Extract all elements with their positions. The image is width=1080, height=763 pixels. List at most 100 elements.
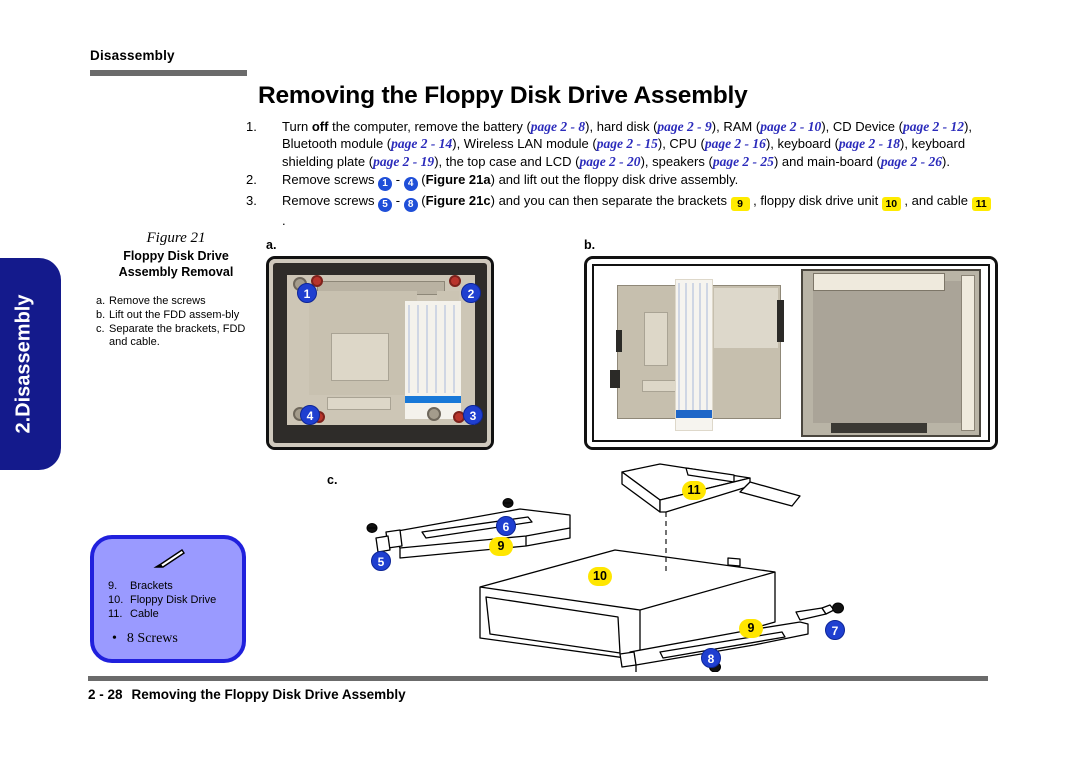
page-crossref-link[interactable]: page 2 - 25 [713, 154, 774, 169]
artwork-callout-7: 7 [825, 620, 845, 640]
footer: 2 - 28 Removing the Floppy Disk Drive Ass… [88, 687, 406, 702]
page-crossref-link[interactable]: page 2 - 10 [760, 119, 821, 134]
figure-caption-block: Figure 21 Floppy Disk Drive Assembly Rem… [96, 230, 256, 350]
artwork-callout-3: 3 [463, 405, 483, 425]
step-text: the computer, remove the battery ( [328, 119, 531, 134]
page-title: Removing the Floppy Disk Drive Assembly [258, 82, 748, 109]
artwork-callout-4: 4 [300, 405, 320, 425]
note-list-item-key: 11. [108, 608, 123, 620]
footer-rule [88, 676, 988, 681]
step-text: , floppy disk drive unit [749, 193, 882, 209]
note-list-item-text: Brackets [130, 580, 173, 592]
figure-label: Figure 21 [146, 230, 206, 246]
note-list-item-text: Floppy Disk Drive [130, 594, 217, 606]
note-list-item: 11. Cable [108, 607, 216, 621]
artwork-callout-6: 6 [496, 516, 516, 536]
chapter-tab-label: 2.Disassembly [12, 294, 34, 434]
step-text: ), CD Device ( [821, 119, 903, 134]
step-text: ), keyboard ( [765, 136, 839, 152]
figure-caption-list: a. Remove the screws b. Lift out the FDD as… [96, 295, 256, 350]
page-crossref-link[interactable]: page 2 - 16 [705, 136, 766, 151]
inline-callout-yellow: 10 [881, 197, 901, 212]
artwork-callout-2: 2 [461, 283, 481, 303]
page-crossref-link[interactable]: page 2 - 19 [373, 154, 434, 169]
step-text: ) and lift out the floppy disk drive ass… [490, 172, 739, 188]
step-number: 3. [246, 193, 257, 209]
artwork-callout-1: 1 [297, 283, 317, 303]
bullet-mark: • [112, 631, 117, 646]
note-bullet-line: • 8 Screws [112, 631, 178, 647]
step-text: - [392, 172, 404, 188]
emphasis-text: off [311, 119, 329, 134]
artwork-callout-8: 8 [701, 648, 721, 668]
inline-callout-blue: 1 [378, 177, 393, 192]
figure-caption-item: b. Lift out the FDD assem-bly [96, 309, 256, 323]
page-crossref-link[interactable]: page 2 - 12 [903, 119, 964, 134]
inline-callout-yellow: 9 [730, 197, 750, 212]
inline-callout-blue: 4 [403, 177, 418, 192]
step-text: - [392, 193, 404, 209]
footer-page-number: 2 - 28 [88, 687, 123, 702]
step-text: ) and you can then separate the brackets [490, 193, 731, 209]
artwork-callout-5: 5 [371, 551, 391, 571]
step-text: Remove screws [282, 193, 379, 209]
figure-caption-item: c. Separate the brackets, FDD and cable. [96, 323, 256, 351]
running-header: Disassembly [90, 48, 175, 63]
note-box: 9. Brackets 10. Floppy Disk Drive 11. Cable •… [90, 535, 246, 663]
procedure-step: 3. Remove screws 5 - 8 (Figure 21c) and y… [244, 192, 992, 229]
step-text: ), the top case and LCD ( [434, 153, 580, 169]
note-list: 9. Brackets 10. Floppy Disk Drive 11. Cable [108, 579, 216, 621]
step-text: ), hard disk ( [585, 119, 658, 134]
figure-caption-item-text: Lift out the FDD assem-bly [109, 308, 240, 321]
step-text: ). [942, 153, 950, 169]
step-text: ), speakers ( [640, 153, 713, 169]
step-text: ), RAM ( [711, 119, 761, 134]
emphasis-text: Figure 21a [425, 172, 491, 188]
page-crossref-link[interactable]: page 2 - 15 [597, 136, 658, 151]
step-text: . [282, 213, 286, 229]
subfigure-letter-a: a. [266, 238, 277, 252]
note-list-item-text: Cable [130, 608, 159, 620]
page-crossref-link[interactable]: page 2 - 14 [391, 136, 452, 151]
procedure-steps: 1. Turn off the computer, remove the batt… [244, 118, 992, 231]
artwork-callout-9: 9 [739, 619, 763, 638]
inline-callout-yellow: 11 [971, 197, 991, 212]
header-rule [90, 70, 247, 76]
emphasis-text: Figure 21c [425, 193, 491, 209]
page-crossref-link[interactable]: page 2 - 18 [839, 136, 900, 151]
step-text: ) and main-board ( [773, 153, 881, 169]
subfigure-letter-b: b. [584, 238, 596, 252]
step-text: ), Wireless LAN module ( [452, 136, 597, 152]
page-crossref-link[interactable]: page 2 - 20 [579, 154, 640, 169]
inline-callout-blue: 5 [378, 198, 393, 213]
artwork-callout-10: 10 [588, 567, 612, 586]
pen-icon [152, 547, 186, 576]
note-bullet-text: 8 Screws [126, 631, 178, 646]
step-number: 1. [246, 119, 257, 134]
chapter-tab: 2.Disassembly [0, 258, 61, 470]
note-list-item-key: 9. [108, 580, 118, 592]
page-crossref-link[interactable]: page 2 - 8 [531, 119, 585, 134]
figure-title-line2: Assembly Removal [118, 264, 234, 279]
page-crossref-link[interactable]: page 2 - 26 [881, 154, 942, 169]
step-text: ( [417, 193, 426, 209]
procedure-step: 1. Turn off the computer, remove the batt… [244, 118, 992, 170]
step-number: 2. [246, 172, 257, 188]
figure-caption-item: a. Remove the screws [96, 295, 256, 309]
figure-caption-item-text: Remove the screws [109, 295, 206, 307]
figure-caption-item-key: c. [96, 322, 105, 335]
step-text: ), CPU ( [657, 136, 705, 152]
step-text: Turn [282, 119, 312, 134]
step-text: , and cable [900, 193, 972, 209]
procedure-step: 2. Remove screws 1 - 4 (Figure 21a) and l… [244, 171, 992, 192]
artwork-callout-11: 11 [682, 481, 706, 500]
step-text: ( [417, 172, 426, 188]
figure-caption-item-key: a. [96, 295, 106, 307]
figure-caption-item-text: Separate the brackets, FDD and cable. [109, 322, 246, 349]
note-list-item: 10. Floppy Disk Drive [108, 593, 216, 607]
inline-callout-blue: 8 [403, 198, 418, 213]
footer-title: Removing the Floppy Disk Drive Assembly [131, 687, 406, 702]
artwork-callout-9: 9 [489, 537, 513, 556]
note-list-item: 9. Brackets [108, 579, 216, 593]
page-crossref-link[interactable]: page 2 - 9 [657, 119, 711, 134]
